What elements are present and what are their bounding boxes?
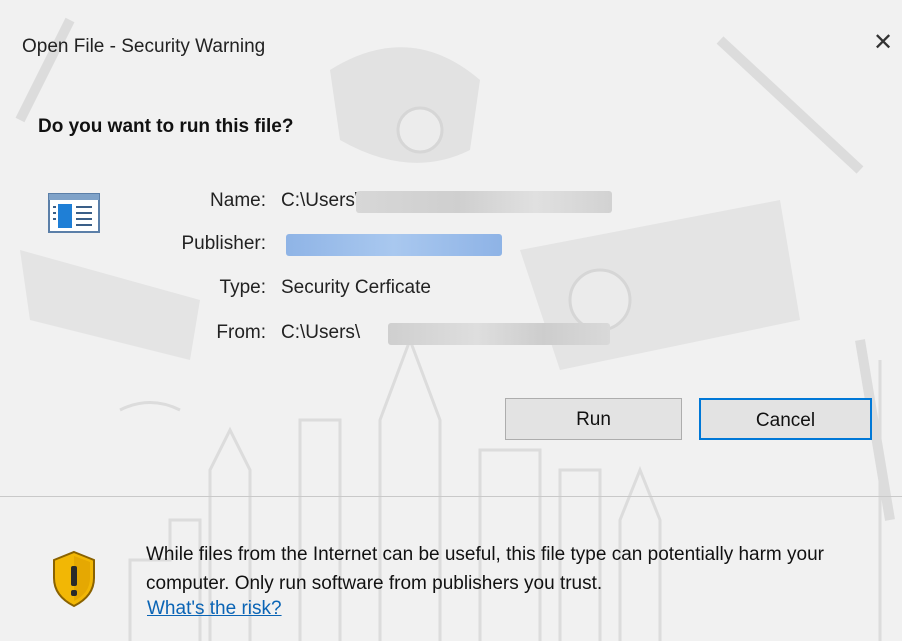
type-label: Type: [219,277,266,298]
from-redacted [388,323,610,345]
cancel-button[interactable]: Cancel [699,398,872,440]
from-label: From: [216,322,266,343]
dialog-title: Open File - Security Warning [22,36,266,57]
publisher-label: Publisher: [181,233,267,254]
name-redacted [356,191,612,213]
run-button[interactable]: Run [505,398,682,440]
application-file-icon [48,193,100,233]
dialog-question: Do you want to run this file? [38,116,294,137]
whats-the-risk-link[interactable]: What's the risk? [147,598,282,620]
divider [0,496,902,497]
type-value: Security Cerficate [281,277,431,298]
security-shield-warning-icon [53,550,95,608]
from-value: C:\Users\ [281,322,361,343]
warning-message: While files from the Internet can be use… [146,544,824,594]
name-label: Name: [210,190,266,211]
name-value: C:\Users\ [281,190,361,211]
publisher-redacted [286,234,502,256]
close-icon[interactable]: ✕ [870,30,896,56]
